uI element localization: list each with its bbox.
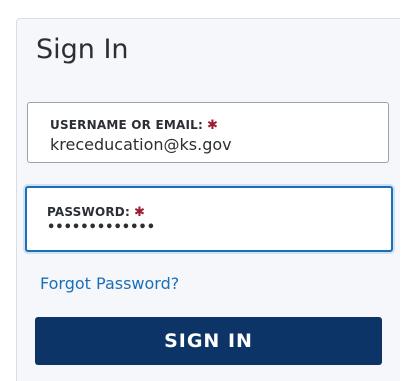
sign-in-button[interactable]: SIGN IN (35, 317, 382, 365)
forgot-password-link[interactable]: Forgot Password? (40, 274, 179, 293)
username-label: USERNAME OR EMAIL: ✱ (50, 118, 218, 133)
required-asterisk-icon: ✱ (133, 205, 146, 220)
password-input[interactable]: ••••••••••••• (47, 220, 155, 235)
password-label: PASSWORD: ✱ (47, 205, 145, 220)
username-input[interactable]: kreceducation@ks.gov (50, 135, 232, 154)
username-field[interactable]: USERNAME OR EMAIL: ✱ kreceducation@ks.gov (27, 102, 389, 163)
sign-in-card: Sign In USERNAME OR EMAIL: ✱ kreceducatio… (16, 18, 400, 381)
page-title: Sign In (36, 34, 129, 65)
required-asterisk-icon: ✱ (207, 118, 219, 133)
password-field[interactable]: PASSWORD: ✱ ••••••••••••• (25, 186, 393, 252)
username-label-text: USERNAME OR EMAIL: (50, 118, 204, 132)
password-label-text: PASSWORD: (47, 205, 130, 219)
